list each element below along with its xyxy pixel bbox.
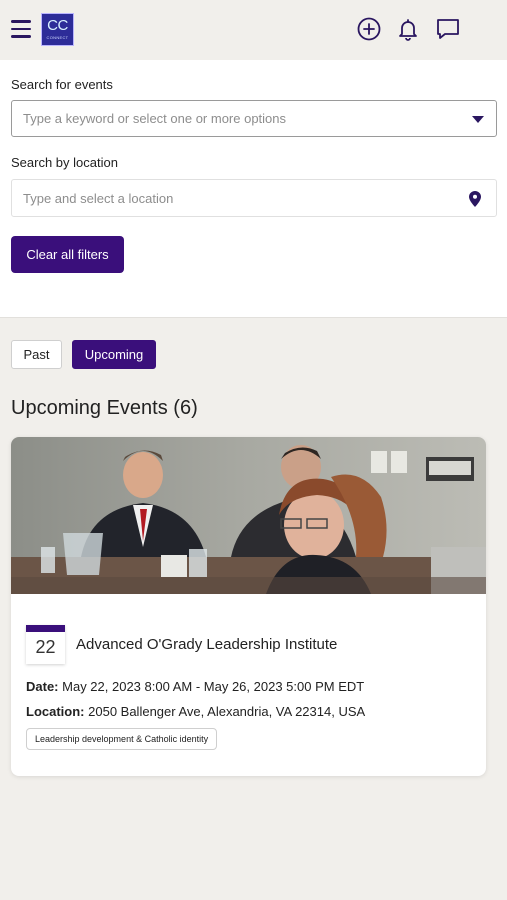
location-label-text: Location: xyxy=(26,704,85,719)
event-day: 22 xyxy=(35,637,56,657)
add-circle-icon[interactable] xyxy=(356,16,382,42)
location-label: Search by location xyxy=(11,155,118,170)
date-label: Date: xyxy=(26,679,59,694)
logo-text: CC xyxy=(47,17,68,34)
event-photo xyxy=(11,437,486,594)
dropdown-caret-icon[interactable] xyxy=(472,116,484,123)
event-search-select[interactable] xyxy=(11,100,497,137)
event-card[interactable]: 22 Advanced O'Grady Leadership Institute… xyxy=(11,437,486,776)
menu-icon[interactable] xyxy=(11,20,31,38)
top-bar: CC CONNECT xyxy=(0,0,507,60)
bell-icon[interactable] xyxy=(395,16,421,42)
logo-subtext: CONNECT xyxy=(46,35,69,40)
clear-filters-button[interactable]: Clear all filters xyxy=(11,236,124,273)
section-title: Upcoming Events (6) xyxy=(11,397,198,419)
tab-past[interactable]: Past xyxy=(11,340,62,369)
event-tag[interactable]: Leadership development & Catholic identi… xyxy=(26,728,218,750)
event-date: Date: May 22, 2023 8:00 AM - May 26, 202… xyxy=(26,679,364,694)
date-value: May 22, 2023 8:00 AM - May 26, 2023 5:00… xyxy=(62,679,365,694)
location-input[interactable] xyxy=(23,180,443,216)
chat-icon[interactable] xyxy=(435,16,461,42)
location-value: 2050 Ballenger Ave, Alexandria, VA 22314… xyxy=(88,704,366,719)
search-label: Search for events xyxy=(11,77,113,92)
location-field[interactable] xyxy=(11,179,497,217)
location-pin-icon xyxy=(469,191,481,207)
logo[interactable]: CC CONNECT xyxy=(41,13,74,46)
event-search-input[interactable] xyxy=(23,101,443,136)
date-badge: 22 xyxy=(26,625,65,664)
event-location: Location: 2050 Ballenger Ave, Alexandria… xyxy=(26,704,365,719)
date-badge-bar xyxy=(26,625,65,632)
event-title[interactable]: Advanced O'Grady Leadership Institute xyxy=(76,636,337,653)
tab-upcoming[interactable]: Upcoming xyxy=(72,340,156,369)
